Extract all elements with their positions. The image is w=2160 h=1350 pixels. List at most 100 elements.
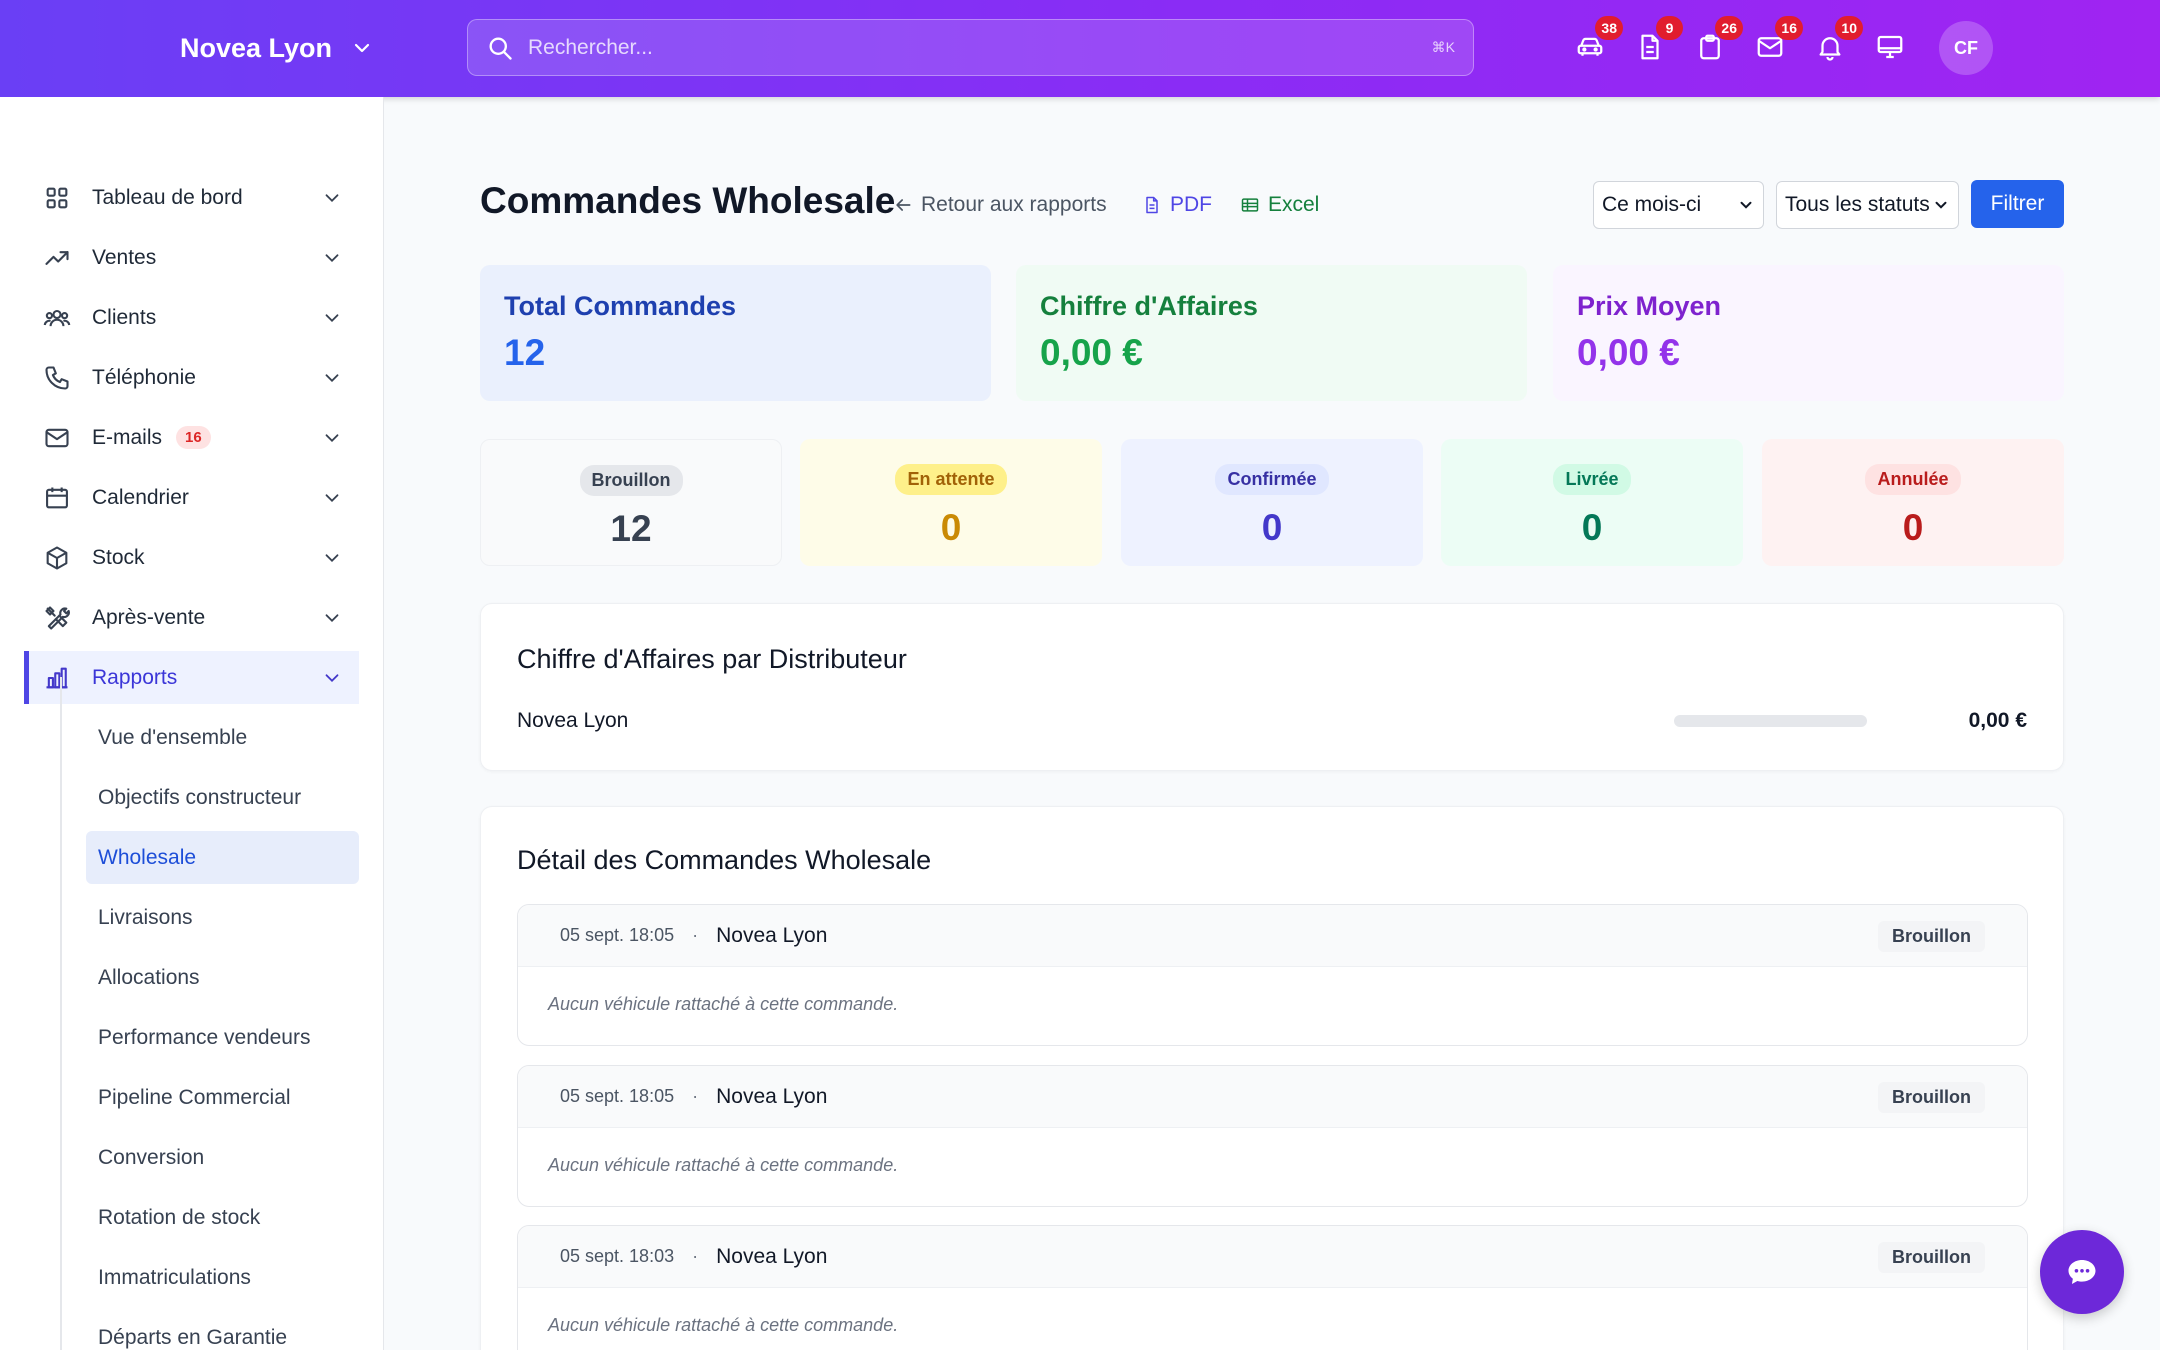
period-select[interactable]: Ce mois-ci [1593, 181, 1764, 229]
header-notifications-button[interactable]: 10 [1813, 16, 1863, 64]
search-shortcut: ⌘K [1431, 39, 1455, 55]
distributor-revenue: 0,00 € [1968, 709, 2027, 732]
order-card[interactable]: 05 sept. 18:05 · Novea Lyon Brouillon Au… [517, 1065, 2028, 1207]
status-pill: En attente [895, 464, 1007, 495]
order-distributor: Novea Lyon [716, 923, 828, 947]
status-count: 12 [610, 508, 652, 549]
emails-count-badge: 16 [176, 426, 211, 449]
submenu-item-pipeline[interactable]: Pipeline Commercial [86, 1071, 359, 1124]
sidebar-item-after-sales[interactable]: Après-vente [24, 591, 359, 644]
separator-dot: · [692, 1086, 699, 1106]
order-distributor: Novea Lyon [716, 1244, 828, 1268]
chevron-down-icon [325, 313, 339, 322]
sidebar-item-calendar[interactable]: Calendrier [24, 471, 359, 524]
documents-badge: 9 [1656, 16, 1683, 40]
brand-switcher[interactable]: Novea Lyon [180, 28, 374, 68]
status-card-pending: En attente 0 [800, 439, 1102, 566]
submenu-item-sales-performance[interactable]: Performance vendeurs [86, 1011, 359, 1064]
submenu-item-overview[interactable]: Vue d'ensemble [86, 711, 359, 764]
status-count: 0 [940, 507, 962, 548]
chevron-down-icon [325, 373, 339, 382]
back-to-reports-link[interactable]: Retour aux rapports [893, 193, 1107, 217]
kpi-average-price: Prix Moyen 0,00 € [1553, 265, 2064, 401]
kpi-label: Prix Moyen [1577, 291, 1722, 321]
chevron-down-icon [325, 613, 339, 622]
chevron-down-icon [325, 433, 339, 442]
trend-icon [45, 250, 69, 265]
submenu-item-conversion[interactable]: Conversion [86, 1131, 359, 1184]
sidebar-item-label: Rapports [92, 665, 178, 689]
chevron-down-icon [325, 193, 339, 202]
status-card-confirmed: Confirmée 0 [1121, 439, 1423, 566]
header-display-button[interactable] [1873, 30, 1907, 64]
monitor-icon [1877, 35, 1903, 59]
sidebar-item-dashboard[interactable]: Tableau de bord [24, 171, 359, 224]
status-pill: Annulée [1865, 464, 1961, 495]
header-vehicles-button[interactable]: 38 [1573, 16, 1623, 64]
sidebar-item-label: Calendrier [92, 485, 189, 509]
submenu-item-wholesale[interactable]: Wholesale [86, 831, 359, 884]
sidebar-item-emails[interactable]: E-mails 16 [24, 411, 359, 464]
order-date: 05 sept. 18:05 [560, 1086, 675, 1106]
sidebar-item-telephony[interactable]: Téléphonie [24, 351, 359, 404]
search-box[interactable]: ⌘K [467, 19, 1474, 76]
sidebar-item-sales[interactable]: Ventes [24, 231, 359, 284]
export-excel-link[interactable]: Excel [1240, 193, 1319, 217]
revenue-by-distributor-panel: Chiffre d'Affaires par Distributeur Nove… [480, 603, 2064, 771]
submenu-guide-line [60, 677, 62, 1350]
status-card-draft: Brouillon 12 [480, 439, 782, 566]
notifications-badge: 10 [1835, 16, 1863, 40]
submenu-item-allocations[interactable]: Allocations [86, 951, 359, 1004]
order-empty-note: Aucun véhicule rattaché à cette commande… [548, 1155, 899, 1175]
distributor-name: Novea Lyon [517, 709, 629, 732]
sidebar-item-label: Tableau de bord [92, 185, 243, 209]
kpi-value: 12 [504, 332, 546, 373]
submenu-item-warranty-departures[interactable]: Départs en Garantie [86, 1311, 359, 1350]
order-empty-note: Aucun véhicule rattaché à cette commande… [548, 994, 899, 1014]
order-empty-note: Aucun véhicule rattaché à cette commande… [548, 1315, 899, 1335]
order-header: 05 sept. 18:05 · Novea Lyon Brouillon [518, 1066, 2027, 1128]
header-mail-button[interactable]: 16 [1753, 16, 1803, 64]
sidebar-item-clients[interactable]: Clients [24, 291, 359, 344]
chevron-down-icon [325, 553, 339, 562]
submenu-item-stock-rotation[interactable]: Rotation de stock [86, 1191, 359, 1244]
mail-icon [45, 428, 69, 447]
order-card[interactable]: 05 sept. 18:05 · Novea Lyon Brouillon Au… [517, 904, 2028, 1046]
sidebar-item-reports[interactable]: Rapports [24, 651, 359, 704]
status-count: 0 [1261, 507, 1283, 548]
order-card[interactable]: 05 sept. 18:03 · Novea Lyon Brouillon Au… [517, 1225, 2028, 1350]
chevron-down-icon [1740, 201, 1752, 209]
order-status-badge: Brouillon [1878, 921, 1985, 952]
separator-dot: · [692, 925, 699, 945]
orders-detail-panel: Détail des Commandes Wholesale 05 sept. … [480, 806, 2064, 1350]
page-title: Commandes Wholesale [480, 180, 896, 221]
search-input[interactable] [528, 20, 1432, 75]
phone-icon [45, 365, 69, 390]
chat-bubble-icon [2068, 1260, 2096, 1284]
sidebar-item-label: Téléphonie [92, 365, 196, 389]
status-select-value: Tous les statuts [1785, 193, 1930, 216]
filter-button[interactable]: Filtrer [1971, 180, 2064, 228]
order-header: 05 sept. 18:05 · Novea Lyon Brouillon [518, 905, 2027, 967]
top-bar: Novea Lyon ⌘K 38 9 26 16 10 CF [0, 0, 2160, 97]
chat-button[interactable] [2040, 1230, 2124, 1314]
status-pill: Brouillon [579, 465, 683, 496]
sidebar: Tableau de bord Ventes Clients Téléphoni… [0, 97, 384, 1350]
export-pdf-link[interactable]: PDF [1142, 193, 1212, 217]
status-count: 0 [1581, 507, 1603, 548]
sidebar-item-label: E-mails [92, 425, 163, 449]
user-avatar[interactable]: CF [1939, 21, 1993, 75]
header-tasks-button[interactable]: 26 [1693, 16, 1743, 64]
header-documents-button[interactable]: 9 [1633, 16, 1683, 64]
sidebar-item-label: Clients [92, 305, 157, 329]
kpi-value: 0,00 € [1577, 332, 1680, 373]
submenu-item-manufacturer-targets[interactable]: Objectifs constructeur [86, 771, 359, 824]
order-date: 05 sept. 18:03 [560, 1246, 675, 1266]
bar-chart-icon [46, 667, 68, 688]
status-select[interactable]: Tous les statuts [1776, 181, 1959, 229]
submenu-item-registrations[interactable]: Immatriculations [86, 1251, 359, 1304]
panel-title: Détail des Commandes Wholesale [517, 845, 932, 875]
kpi-label: Chiffre d'Affaires [1040, 291, 1258, 321]
sidebar-item-stock[interactable]: Stock [24, 531, 359, 584]
submenu-item-deliveries[interactable]: Livraisons [86, 891, 359, 944]
